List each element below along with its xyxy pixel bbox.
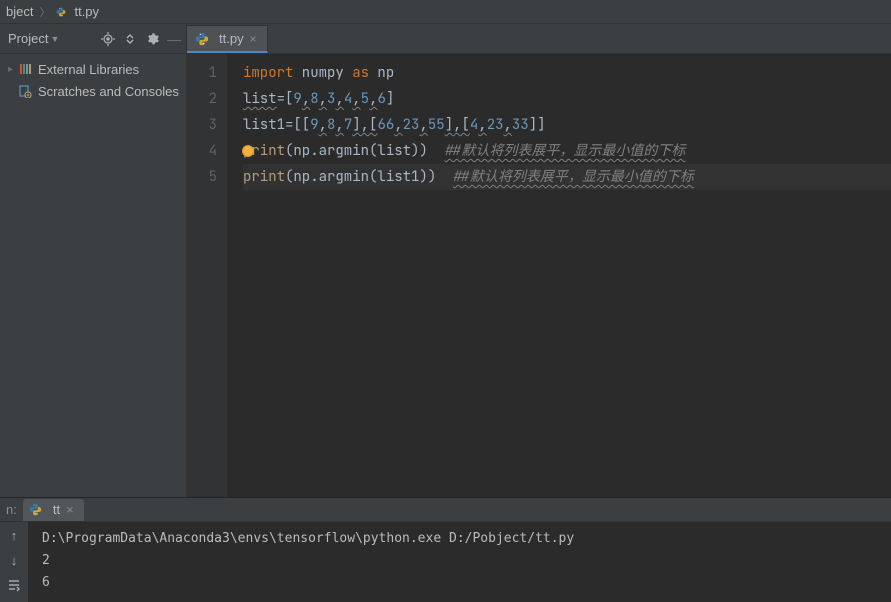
expand-all-icon[interactable] [122, 31, 138, 47]
code-area[interactable]: 1 2 3 4 5 import numpy as np list=[9,8,3… [187, 54, 891, 497]
python-icon [195, 32, 209, 46]
gutter: 1 2 3 4 5 [187, 54, 227, 497]
python-icon [29, 503, 43, 517]
code-line[interactable]: list1=[[9,8,7],[66,23,55],[4,23,33]] [243, 112, 891, 138]
tree-label: Scratches and Consoles [38, 84, 179, 99]
project-title[interactable]: Project ▼ [8, 31, 59, 46]
project-toolwindow-header: Project ▼ — [0, 24, 186, 54]
scratches-icon [18, 84, 34, 98]
soft-wrap-icon[interactable] [7, 578, 21, 595]
code-line[interactable]: import numpy as np [243, 60, 891, 86]
hide-icon[interactable]: — [166, 31, 182, 47]
chevron-right-icon: 〉 [35, 4, 54, 20]
run-tab-label: tt [53, 502, 60, 517]
chevron-right-icon: ▸ [8, 64, 18, 75]
console-output[interactable]: D:\ProgramData\Anaconda3\envs\tensorflow… [28, 522, 891, 602]
breadcrumb-file[interactable]: tt.py [72, 4, 101, 19]
gear-icon[interactable] [144, 31, 160, 47]
library-icon [18, 62, 34, 76]
tree-item-external-libraries[interactable]: ▸ External Libraries [0, 58, 186, 80]
output-line: D:\ProgramData\Anaconda3\envs\tensorflow… [42, 528, 877, 550]
project-sidebar: Project ▼ — ▸ External Libraries Scratch… [0, 24, 187, 497]
intention-bulb-icon[interactable] [242, 145, 254, 157]
editor-tabs: tt.py × [187, 24, 891, 54]
run-tab-tt[interactable]: tt × [23, 499, 84, 521]
breadcrumb-root[interactable]: bject [4, 4, 35, 19]
output-line: 6 [42, 572, 877, 594]
output-line: 2 [42, 550, 877, 572]
tab-tt-py[interactable]: tt.py × [187, 25, 268, 53]
code-line[interactable]: print(np.argmin(list1)) ##默认将列表展平，显示最小值的… [243, 164, 891, 190]
breadcrumb: bject 〉 tt.py [0, 0, 891, 24]
scroll-down-icon[interactable]: ↓ [11, 553, 18, 568]
run-label: n: [6, 502, 17, 517]
run-panel: n: tt × ↑ ↓ D:\ProgramData\Anaconda3\env… [0, 497, 891, 602]
editor: tt.py × 1 2 3 4 5 import numpy as np lis… [187, 24, 891, 497]
close-icon[interactable]: × [66, 502, 74, 517]
scroll-up-icon[interactable]: ↑ [11, 528, 18, 543]
python-icon [54, 5, 68, 19]
run-controls: ↑ ↓ [0, 522, 28, 602]
tree-label: External Libraries [38, 62, 139, 77]
tree-item-scratches[interactable]: Scratches and Consoles [0, 80, 186, 102]
code-line[interactable]: list=[9,8,3,4,5,6] [243, 86, 891, 112]
locate-icon[interactable] [100, 31, 116, 47]
code-line[interactable]: print(np.argmin(list)) ##默认将列表展平，显示最小值的下… [243, 138, 891, 164]
tab-label: tt.py [219, 31, 244, 46]
close-icon[interactable]: × [250, 32, 257, 46]
